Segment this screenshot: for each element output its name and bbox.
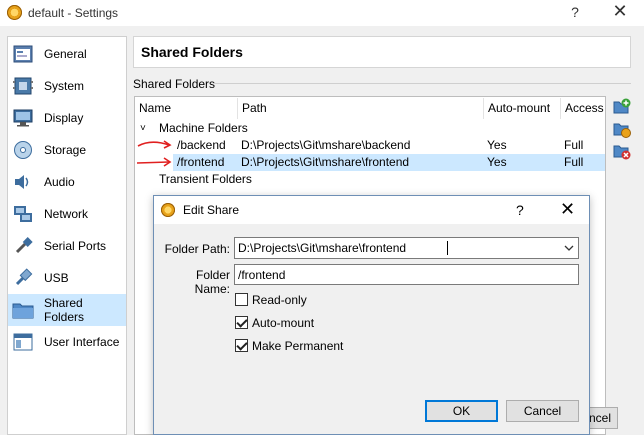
dialog-title: Edit Share	[183, 203, 240, 217]
row-access: Full	[564, 138, 584, 152]
remove-shared-folder-button[interactable]	[613, 142, 631, 160]
folder-path-value: D:\Projects\Git\mshare\frontend	[238, 241, 407, 255]
read-only-option[interactable]: Read-only	[234, 292, 434, 308]
group-divider	[213, 83, 631, 84]
auto-mount-checkbox[interactable]	[235, 316, 248, 329]
auto-mount-label: Auto-mount	[252, 316, 315, 330]
chevron-down-icon[interactable]	[564, 245, 574, 252]
row-path: D:\Projects\Git\mshare\frontend	[241, 155, 410, 169]
sidebar-item-label: User Interface	[44, 335, 120, 349]
row-name: /backend	[177, 138, 226, 152]
edit-shared-folder-button[interactable]	[613, 120, 631, 138]
make-permanent-checkbox[interactable]	[235, 339, 248, 352]
sidebar-item-label: Storage	[44, 143, 87, 157]
column-header-name[interactable]: Name	[135, 98, 238, 119]
column-header-path[interactable]: Path	[238, 98, 484, 119]
table-row[interactable]: /backend D:\Projects\Git\mshare\backend …	[135, 137, 605, 154]
serial-ports-icon	[12, 235, 34, 257]
cancel-button[interactable]: Cancel	[506, 400, 579, 422]
page-title: Shared Folders	[141, 44, 243, 60]
window-title: default - Settings	[28, 6, 119, 20]
edit-folder-icon	[613, 123, 631, 138]
help-button[interactable]: ?	[568, 4, 582, 20]
folder-path-label: Folder Path:	[164, 242, 230, 256]
row-automount: Yes	[487, 138, 507, 152]
sidebar-item-label: Serial Ports	[44, 239, 107, 253]
folder-name-value: /frontend	[238, 268, 286, 282]
red-arrow-annotation-icon	[137, 140, 172, 149]
sidebar-item-network[interactable]: Network	[8, 198, 126, 230]
transient-folders-group[interactable]: Transient Folders	[135, 171, 605, 188]
sidebar-item-audio[interactable]: Audio	[8, 166, 126, 198]
sidebar-item-general[interactable]: General	[8, 38, 126, 70]
folder-name-label: Folder Name:	[194, 268, 230, 296]
group-title: Machine Folders	[159, 121, 248, 135]
usb-icon	[12, 267, 34, 289]
folder-name-input[interactable]: /frontend	[234, 264, 579, 285]
row-name: /frontend	[177, 155, 225, 169]
sidebar-item-label: System	[44, 79, 85, 93]
red-arrow-annotation-icon	[136, 157, 172, 167]
group-title: Transient Folders	[159, 172, 252, 186]
sidebar-item-label: Network	[44, 207, 89, 221]
storage-icon	[12, 139, 34, 161]
virtualbox-app-icon	[161, 203, 175, 217]
column-header-access[interactable]: Access	[561, 98, 605, 119]
sidebar-item-display[interactable]: Display	[8, 102, 126, 134]
add-folder-icon	[613, 98, 631, 114]
row-automount: Yes	[487, 155, 507, 169]
sidebar-item-label: USB	[44, 271, 69, 285]
sidebar-item-serial-ports[interactable]: Serial Ports	[8, 230, 126, 262]
machine-folders-group[interactable]: ˅ Machine Folders	[135, 120, 605, 137]
sidebar-item-user-interface[interactable]: User Interface	[8, 326, 126, 358]
user-interface-icon	[12, 331, 34, 353]
sidebar-item-label: Shared Folders	[44, 296, 85, 324]
sidebar-item-label: Display	[44, 111, 84, 125]
sidebar-item-label: General	[44, 47, 87, 61]
general-icon	[12, 43, 34, 65]
read-only-checkbox[interactable]	[235, 293, 248, 306]
network-icon	[12, 203, 34, 225]
audio-icon	[12, 171, 34, 193]
sidebar-item-system[interactable]: System	[8, 70, 126, 102]
virtualbox-app-icon	[7, 5, 22, 20]
make-permanent-option[interactable]: Make Permanent	[234, 338, 434, 354]
sidebar-item-usb[interactable]: USB	[8, 262, 126, 294]
dialog-help-button[interactable]: ?	[516, 202, 524, 218]
ok-button[interactable]: OK	[425, 400, 498, 422]
sidebar-item-shared-folders[interactable]: Shared Folders	[8, 294, 126, 326]
row-path: D:\Projects\Git\mshare\backend	[241, 138, 411, 152]
folder-path-combobox[interactable]: D:\Projects\Git\mshare\frontend	[234, 237, 579, 259]
dialog-close-button[interactable]: ✕	[560, 199, 575, 220]
read-only-label: Read-only	[252, 293, 307, 307]
close-button[interactable]: ✕	[612, 1, 628, 22]
add-shared-folder-button[interactable]	[613, 98, 631, 116]
table-row-selected[interactable]: /frontend D:\Projects\Git\mshare\fronten…	[173, 154, 605, 171]
system-icon	[12, 75, 34, 97]
column-header-auto-mount[interactable]: Auto-mount	[484, 98, 561, 119]
make-permanent-label: Make Permanent	[252, 339, 344, 353]
text-cursor	[447, 241, 448, 255]
settings-sidebar: General System Display Storage Audio Net…	[7, 36, 127, 435]
sidebar-item-storage[interactable]: Storage	[8, 134, 126, 166]
group-label: Shared Folders	[133, 77, 216, 91]
display-icon	[12, 107, 34, 129]
sidebar-item-label: Audio	[44, 175, 75, 189]
chevron-down-icon[interactable]: ˅	[140, 120, 146, 137]
auto-mount-option[interactable]: Auto-mount	[234, 315, 434, 331]
shared-folders-icon	[12, 299, 34, 321]
remove-folder-icon	[613, 145, 631, 160]
row-access: Full	[564, 155, 584, 169]
edit-share-dialog: Edit Share ? ✕ Folder Path: D:\Projects\…	[153, 195, 590, 435]
